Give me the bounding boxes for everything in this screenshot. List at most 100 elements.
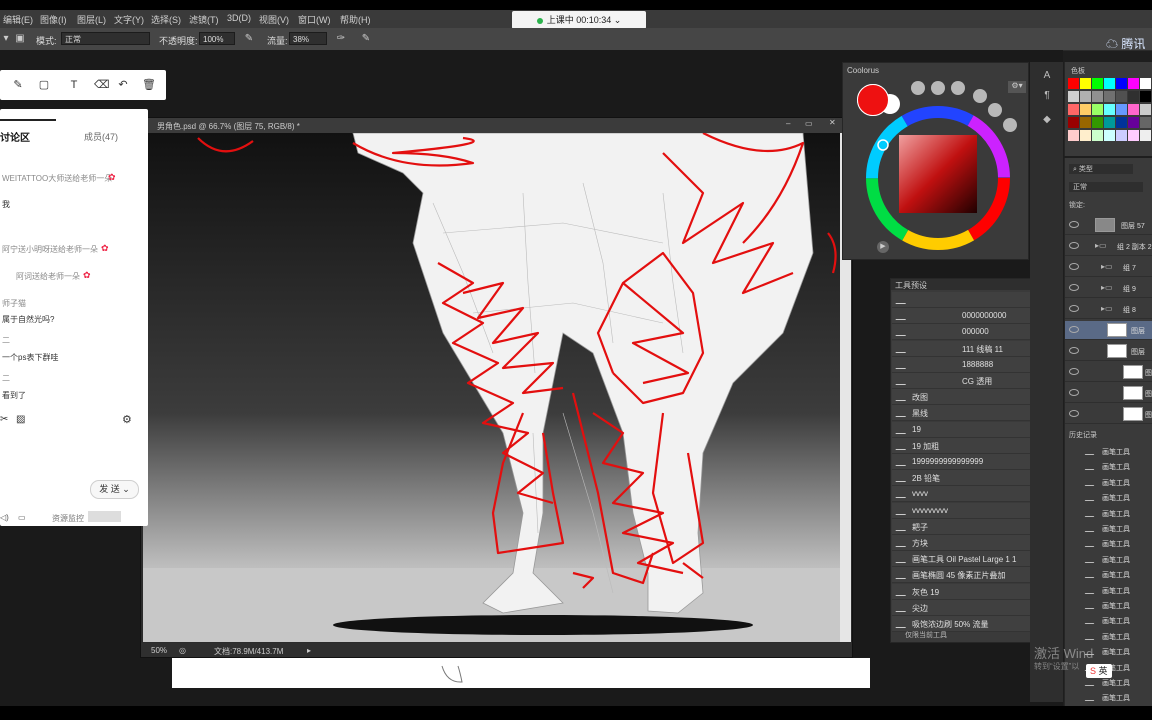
meeting-status-pill[interactable]: 上课中 00:10:34 ⌄ [512, 11, 646, 29]
preset-item[interactable]: 19 [892, 421, 1040, 438]
color-swatch[interactable] [1128, 91, 1139, 102]
send-button[interactable]: 发 送 ⌄ [90, 480, 139, 499]
history-item[interactable]: 画笔工具 [1065, 490, 1152, 505]
layer-row[interactable]: 图层 [1065, 342, 1152, 361]
color-swatch[interactable] [1140, 130, 1151, 141]
menu-filter[interactable]: 滤镜(T) [189, 13, 219, 26]
color-swatch[interactable] [1092, 130, 1103, 141]
history-item[interactable]: 画笔工具 [1065, 613, 1152, 628]
layer-row[interactable]: ▸▭ 组 2 副本 2 [1065, 237, 1152, 256]
eraser-icon[interactable]: ⌫ [94, 79, 110, 91]
history-item[interactable]: 画笔工具 [1065, 521, 1152, 536]
color-swatch[interactable] [1104, 130, 1115, 141]
preset-item[interactable]: vvvv [892, 486, 1040, 503]
restore-icon[interactable]: ▭ [805, 119, 813, 128]
history-item[interactable]: 画笔工具 [1065, 506, 1152, 521]
foreground-color-front[interactable] [857, 84, 889, 116]
image-icon[interactable]: ▨ [16, 414, 25, 425]
layer-row[interactable]: ▸▭ 组 8 [1065, 300, 1152, 319]
brush-mode-icon[interactable] [951, 81, 965, 95]
pressure-size-icon[interactable]: ✎ [360, 33, 372, 45]
history-item[interactable]: 画笔工具 [1065, 567, 1152, 582]
play-arrow-icon[interactable]: ▸ [307, 646, 311, 655]
color-swatch[interactable] [1140, 104, 1151, 115]
preset-item[interactable]: 19 加粗 [892, 437, 1040, 454]
color-swatch[interactable] [1128, 104, 1139, 115]
preset-item[interactable]: 尖边 [892, 599, 1040, 616]
layer-row[interactable]: 图 [1065, 363, 1152, 382]
preset-item[interactable]: 画笔椭圆 45 像素正片叠加 [892, 567, 1040, 584]
history-item[interactable]: 画笔工具 [1065, 690, 1152, 705]
color-swatch[interactable] [1104, 91, 1115, 102]
brush-mode-icon[interactable] [973, 89, 987, 103]
menu-select[interactable]: 选择(S) [151, 13, 181, 26]
eye-icon[interactable] [1069, 410, 1079, 417]
color-swatch[interactable] [1068, 78, 1079, 89]
eye-icon[interactable] [1069, 368, 1079, 375]
menu-edit[interactable]: 编辑(E) [3, 13, 33, 26]
brush-mode-icon[interactable] [931, 81, 945, 95]
history-item[interactable]: 画笔工具 [1065, 536, 1152, 551]
text-icon[interactable]: T [68, 79, 80, 91]
eye-icon[interactable] [1069, 242, 1079, 249]
undo-icon[interactable]: ↶ [117, 79, 129, 91]
preset-item[interactable]: 111 线稿 11 [892, 340, 1040, 357]
color-swatch[interactable] [1116, 104, 1127, 115]
eye-icon[interactable] [1069, 347, 1079, 354]
eye-icon[interactable] [1069, 221, 1079, 228]
preset-item[interactable]: 2B 铅笔 [892, 470, 1040, 487]
airbrush-icon[interactable]: ✑ [335, 33, 347, 45]
color-swatch[interactable] [1116, 91, 1127, 102]
preset-item[interactable]: 1999999999999999 [892, 454, 1040, 470]
preset-item[interactable]: CG 透用 [892, 373, 1040, 389]
layer-row[interactable]: ▸▭ 组 7 [1065, 258, 1152, 277]
color-swatch[interactable] [1080, 104, 1091, 115]
history-item[interactable]: 画笔工具 [1065, 444, 1152, 459]
paragraph-icon[interactable]: ¶ [1041, 90, 1053, 102]
close-icon[interactable]: ✕ [829, 118, 836, 127]
kind-filter[interactable]: ⌕ 类型 [1069, 164, 1133, 174]
current-tool-only[interactable]: 仅限当前工具 [905, 630, 947, 640]
history-item[interactable]: 画笔工具 [1065, 552, 1152, 567]
status-icon[interactable]: ◎ [179, 646, 186, 655]
menu-layer[interactable]: 图层(L) [77, 13, 106, 26]
history-item[interactable]: 画笔工具 [1065, 459, 1152, 474]
color-swatch[interactable] [1116, 78, 1127, 89]
brush-mode-icon[interactable] [911, 81, 925, 95]
flow-input[interactable]: 38% [289, 32, 327, 45]
preset-item[interactable]: 方块 [892, 535, 1040, 551]
layer-row[interactable]: 图层 57 [1065, 216, 1152, 235]
color-swatch[interactable] [1128, 130, 1139, 141]
pressure-opacity-icon[interactable]: ✎ [243, 33, 255, 45]
brush-mode-icon[interactable] [1003, 118, 1017, 132]
preset-item[interactable] [892, 292, 1040, 308]
preset-item[interactable]: 灰色 19 [892, 583, 1040, 600]
play-icon[interactable]: ▶ [877, 241, 889, 253]
color-swatch[interactable] [1104, 78, 1115, 89]
color-swatch[interactable] [1092, 117, 1103, 128]
artwork-canvas[interactable] [143, 133, 840, 642]
color-swatch[interactable] [1080, 91, 1091, 102]
color-swatch[interactable] [1080, 130, 1091, 141]
color-swatch[interactable] [1128, 78, 1139, 89]
preset-item[interactable]: vvvvvvvvv [892, 502, 1040, 519]
menu-help[interactable]: 帮助(H) [340, 13, 371, 26]
layer-row[interactable]: ▸▭ 组 9 [1065, 279, 1152, 298]
history-item[interactable]: 画笔工具 [1065, 583, 1152, 598]
menu-view[interactable]: 视图(V) [259, 13, 289, 26]
trash-icon[interactable]: 🗑 [142, 79, 156, 91]
color-swatch[interactable] [1068, 130, 1079, 141]
color-swatch[interactable] [1080, 117, 1091, 128]
layer-row[interactable]: 图 [1065, 384, 1152, 403]
rectangle-icon[interactable]: ▢ [38, 79, 50, 91]
brush-panel-icon[interactable]: ▣ [14, 33, 26, 45]
color-swatch[interactable] [1092, 78, 1103, 89]
color-swatch[interactable] [1140, 78, 1151, 89]
preset-item[interactable]: 1888888 [892, 356, 1040, 373]
cube-icon[interactable]: ◆ [1041, 114, 1053, 126]
color-swatch[interactable] [1068, 91, 1079, 102]
screen-icon[interactable]: ▭ [18, 513, 26, 522]
panel-menu-icon[interactable]: ⚙▾ [1008, 81, 1026, 93]
color-swatch[interactable] [1104, 104, 1115, 115]
minimize-icon[interactable]: – [786, 119, 790, 128]
